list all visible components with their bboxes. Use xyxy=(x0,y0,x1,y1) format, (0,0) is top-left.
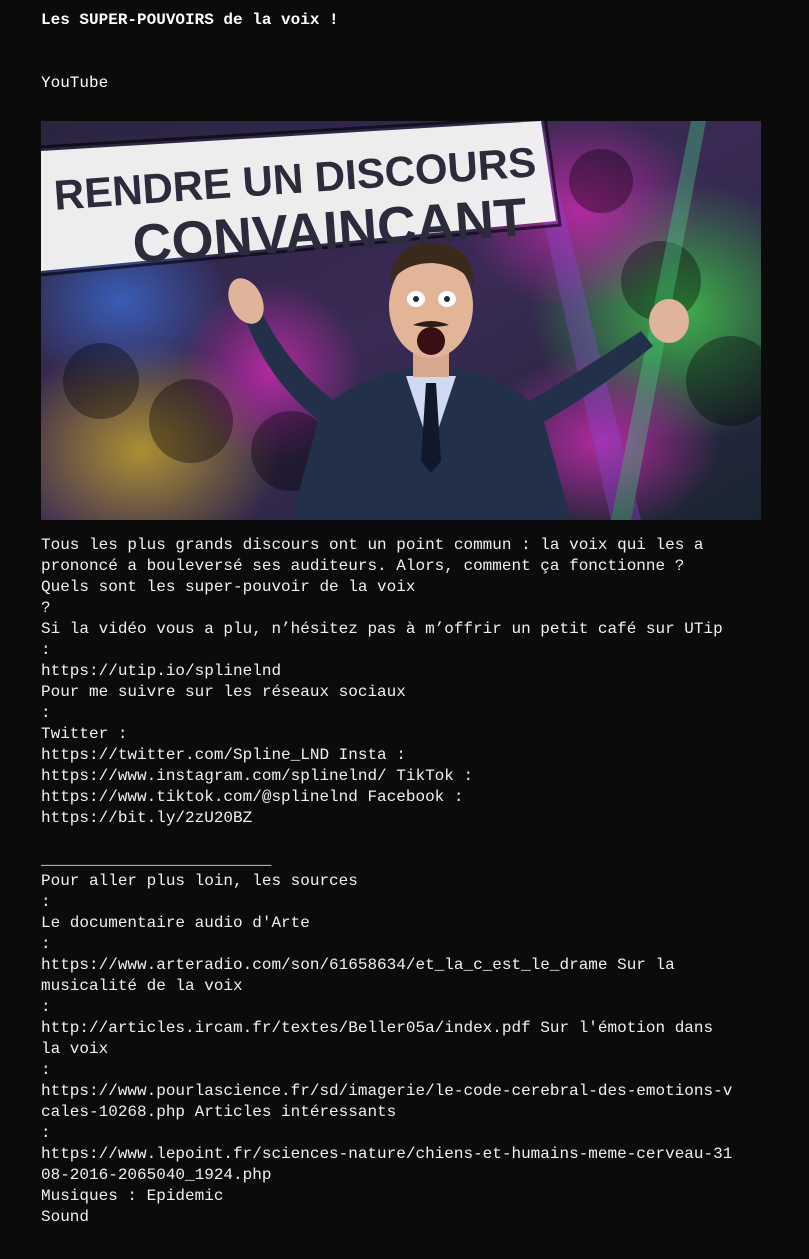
description-line: Le documentaire audio d'Arte xyxy=(41,914,310,932)
description-line xyxy=(41,829,766,850)
description-line: cales-10268.php Articles intéressants xyxy=(41,1103,397,1121)
source-label: YouTube xyxy=(41,74,109,92)
description-line: : xyxy=(41,998,51,1016)
description-line: la voix xyxy=(41,1040,109,1058)
description-line: musicalité de la voix xyxy=(41,977,243,995)
thumbnail-artwork: RENDRE UN DISCOURS CONVAINCANT xyxy=(41,121,761,520)
description-line: Sound xyxy=(41,1208,90,1226)
description-line: : xyxy=(41,1124,51,1142)
description-link-line[interactable]: https://bit.ly/2zU20BZ xyxy=(41,808,766,829)
description-line: Twitter : xyxy=(41,725,128,743)
post-title: Les SUPER-POUVOIRS de la voix ! xyxy=(41,11,339,29)
description-line: Si la vidéo vous a plu, n’hésitez pas à … xyxy=(41,620,723,638)
description-link-line[interactable]: https://twitter.com/Spline_LND Insta : xyxy=(41,745,766,766)
description-line: : xyxy=(41,935,51,953)
description-line: prononcé a bouleversé ses auditeurs. Alo… xyxy=(41,557,685,575)
description-line: Quels sont les super-pouvoir de la voix xyxy=(41,578,416,596)
description-line: : xyxy=(41,704,51,722)
description-line: Tous les plus grands discours ont un poi… xyxy=(41,536,704,554)
description-line: : xyxy=(41,893,51,911)
description-line: 08-2016-2065040_1924.php xyxy=(41,1166,272,1184)
description-line: Musiques : Epidemic xyxy=(41,1187,224,1205)
description-link-line[interactable]: https://utip.io/splinelnd xyxy=(41,661,766,682)
description-line: ________________________ xyxy=(41,851,272,869)
description-link-line[interactable]: http://articles.ircam.fr/textes/Beller05… xyxy=(41,1018,766,1039)
video-description: Tous les plus grands discours ont un poi… xyxy=(41,535,766,1228)
description-link-line[interactable]: https://www.lepoint.fr/sciences-nature/c… xyxy=(41,1144,766,1165)
description-line: Pour me suivre sur les réseaux sociaux xyxy=(41,683,406,701)
description-line: ? xyxy=(41,599,51,617)
description-line: : xyxy=(41,1061,51,1079)
description-line: : xyxy=(41,641,51,659)
video-thumbnail[interactable]: RENDRE UN DISCOURS CONVAINCANT xyxy=(41,121,761,520)
page: Les SUPER-POUVOIRS de la voix ! YouTube xyxy=(0,0,809,1259)
description-link-line[interactable]: https://www.arteradio.com/son/61658634/e… xyxy=(41,955,766,976)
description-link-line[interactable]: https://www.pourlascience.fr/sd/imagerie… xyxy=(41,1081,766,1102)
description-line: Pour aller plus loin, les sources xyxy=(41,872,358,890)
description-link-line[interactable]: https://www.instagram.com/splinelnd/ Tik… xyxy=(41,766,766,787)
description-link-line[interactable]: https://www.tiktok.com/@splinelnd Facebo… xyxy=(41,787,766,808)
